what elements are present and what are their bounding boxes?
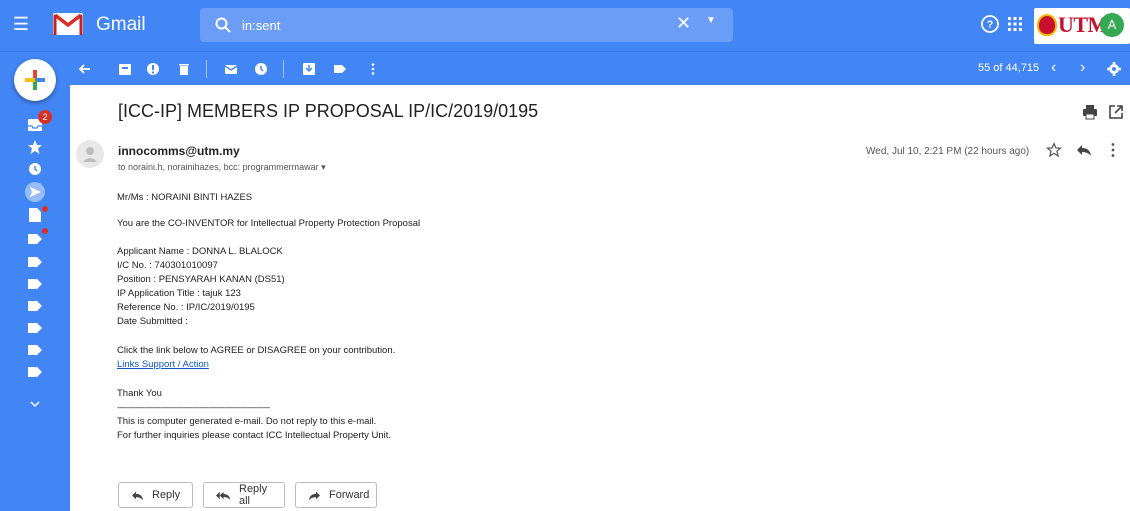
- footer-line-1: This is computer generated e-mail. Do no…: [117, 416, 377, 427]
- recipient-list: to noraini.h, norainihazes, bcc: program…: [118, 162, 319, 172]
- reply-all-button[interactable]: Reply all: [203, 482, 285, 508]
- apps-grid-icon[interactable]: [1005, 14, 1025, 34]
- message-counter: 55 of 44,715: [978, 62, 1040, 74]
- older-chevron-icon[interactable]: ›: [1080, 59, 1085, 77]
- report-spam-icon[interactable]: [146, 62, 160, 76]
- position-line: Position : PENSYARAH KANAN (DS51): [117, 274, 285, 285]
- sent-icon[interactable]: [24, 181, 46, 203]
- email-subject: [ICC-IP] MEMBERS IP PROPOSAL IP/IC/2019/…: [118, 101, 539, 121]
- back-arrow-icon[interactable]: [78, 62, 92, 76]
- snooze-icon[interactable]: [254, 62, 268, 76]
- show-details-icon[interactable]: ▾: [321, 162, 326, 172]
- compose-button[interactable]: [14, 59, 56, 101]
- divider-line: ----------------------------------------…: [117, 403, 270, 412]
- forward-button[interactable]: Forward: [295, 482, 377, 508]
- reply-icon: [132, 491, 143, 500]
- open-in-new-window-icon[interactable]: [1108, 104, 1124, 120]
- star-icon[interactable]: [1046, 142, 1062, 158]
- expand-more-icon[interactable]: [27, 396, 43, 412]
- thank-you-line: Thank You: [117, 388, 162, 399]
- forward-icon: [309, 491, 320, 500]
- drafts-icon[interactable]: [27, 207, 43, 223]
- more-vert-icon[interactable]: [366, 62, 380, 76]
- delete-icon[interactable]: [177, 62, 191, 76]
- footer-line-2: For further inquiries please contact ICC…: [117, 430, 392, 441]
- instruction-line: Click the link below to AGREE or DISAGRE…: [117, 345, 396, 356]
- inbox-unread-badge: 2: [38, 110, 52, 124]
- unread-dot: [42, 206, 48, 212]
- reply-icon[interactable]: [1076, 143, 1092, 157]
- account-avatar[interactable]: A: [1100, 13, 1124, 37]
- label-icon[interactable]: [27, 364, 43, 380]
- svg-text:?: ?: [987, 19, 994, 31]
- newer-chevron-icon[interactable]: ‹: [1051, 59, 1056, 77]
- gmail-app: ☰ Gmail ✕ ▼ ?: [0, 0, 1130, 511]
- compose-plus-icon: [25, 70, 45, 90]
- greeting-line: Mr/Ms : NORAINI BINTI HAZES: [117, 192, 253, 203]
- label-icon[interactable]: [27, 254, 43, 270]
- application-title-line: IP Application Title : tajuk 123: [117, 288, 241, 299]
- snoozed-icon[interactable]: [27, 161, 43, 177]
- mark-unread-icon[interactable]: [224, 62, 238, 76]
- label-icon[interactable]: [27, 320, 43, 336]
- ic-number-line: I/C No. : 740301010097: [117, 260, 218, 271]
- print-icon[interactable]: [1082, 104, 1098, 120]
- app-name: Gmail: [96, 14, 146, 35]
- intro-line: You are the CO-INVENTOR for Intellectual…: [117, 218, 421, 229]
- toolbar-divider: [206, 60, 207, 78]
- recipient-details[interactable]: to noraini.h, norainihazes, bcc: program…: [118, 162, 326, 173]
- email-date: Wed, Jul 10, 2:21 PM (22 hours ago): [866, 146, 1030, 157]
- support-action-link[interactable]: Links Support / Action: [117, 359, 209, 370]
- starred-icon[interactable]: [27, 139, 43, 155]
- reply-all-icon: [216, 491, 231, 500]
- archive-icon[interactable]: [118, 62, 132, 76]
- search-input[interactable]: [242, 8, 662, 42]
- reply-button[interactable]: Reply: [118, 482, 193, 508]
- applicant-line: Applicant Name : DONNA L. BLALOCK: [117, 246, 283, 257]
- settings-gear-icon[interactable]: [1106, 61, 1122, 77]
- search-box[interactable]: ✕ ▼: [200, 8, 733, 42]
- sender-avatar[interactable]: [76, 140, 104, 168]
- search-icon[interactable]: [214, 16, 232, 34]
- reply-label: Reply: [152, 489, 181, 501]
- labels-icon[interactable]: [333, 62, 347, 76]
- label-icon[interactable]: [27, 231, 43, 247]
- clear-search-icon[interactable]: ✕: [676, 13, 691, 34]
- reference-line: Reference No. : IP/IC/2019/0195: [117, 302, 255, 313]
- date-submitted-line: Date Submitted :: [117, 316, 188, 327]
- search-options-icon[interactable]: ▼: [706, 15, 716, 26]
- top-bar: ☰ Gmail ✕ ▼ ?: [0, 0, 1130, 51]
- message-view: [ICC-IP] MEMBERS IP PROPOSAL IP/IC/2019/…: [70, 85, 1130, 511]
- label-icon[interactable]: [27, 276, 43, 292]
- more-vert-icon[interactable]: [1110, 142, 1116, 158]
- message-toolbar: 55 of 44,715 ‹ ›: [0, 51, 1130, 85]
- main-menu-icon[interactable]: ☰: [10, 13, 32, 35]
- utm-seal-icon: [1037, 14, 1057, 36]
- help-icon[interactable]: ?: [980, 14, 1000, 34]
- unread-dot: [42, 228, 48, 234]
- toolbar-divider: [283, 60, 284, 78]
- sender-email[interactable]: innocomms@utm.my: [118, 144, 240, 158]
- label-icon[interactable]: [27, 342, 43, 358]
- reply-all-label: Reply all: [239, 483, 268, 507]
- forward-label: Forward: [329, 489, 370, 501]
- gmail-logo-icon[interactable]: [52, 10, 84, 38]
- move-to-icon[interactable]: [302, 62, 316, 76]
- default-person-icon: [83, 147, 97, 162]
- label-icon[interactable]: [27, 298, 43, 314]
